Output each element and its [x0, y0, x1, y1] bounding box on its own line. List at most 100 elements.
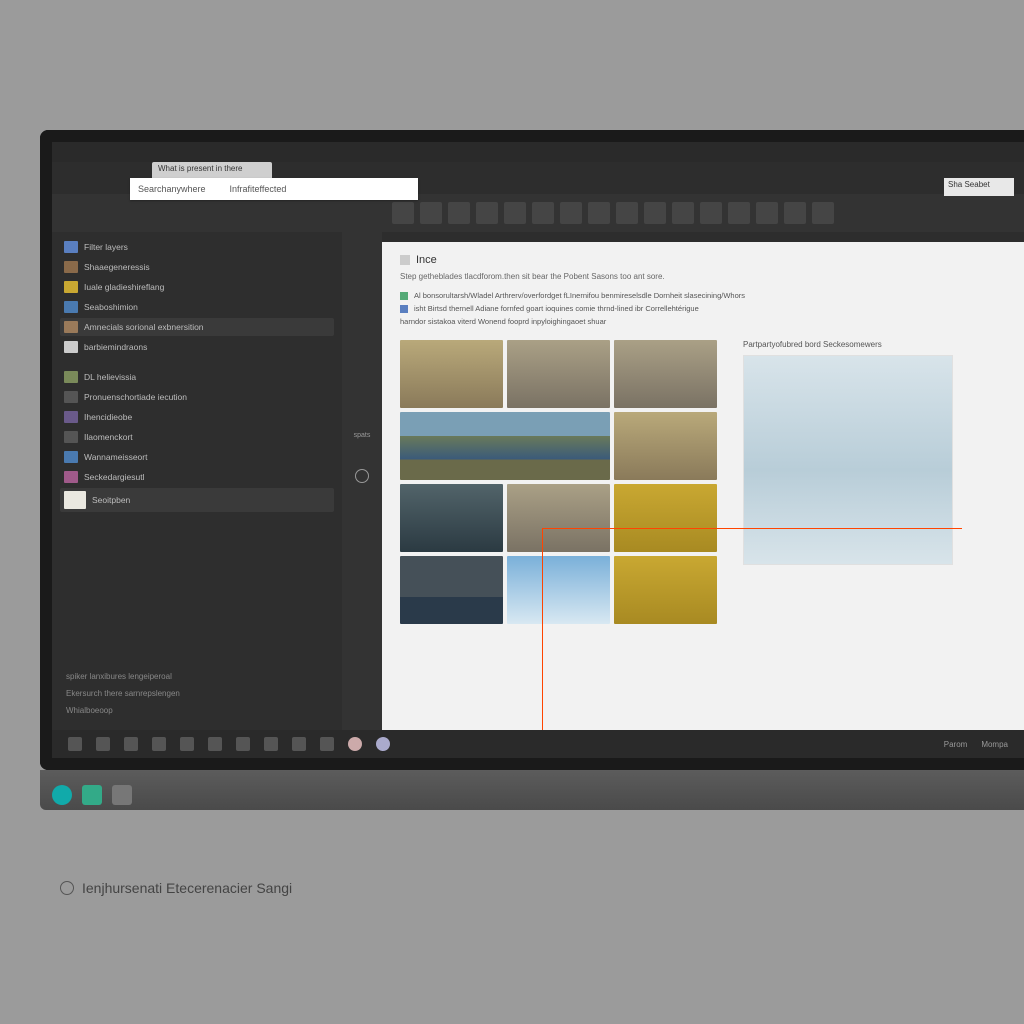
sidebar-item[interactable]: Ilaomenckort — [60, 428, 334, 446]
sidebar-footer-item[interactable]: Ekersurch there sarnrepslengen — [62, 686, 332, 701]
gallery-thumb[interactable] — [400, 556, 503, 624]
title-bar — [52, 142, 1024, 162]
gallery-thumb[interactable] — [614, 412, 717, 480]
laptop-base — [40, 770, 1024, 810]
taskbar-app-icon[interactable] — [112, 785, 132, 805]
status-icon[interactable] — [348, 737, 362, 751]
status-label[interactable]: Mompa — [981, 740, 1008, 749]
sidebar-item[interactable]: Shaaegeneressis — [60, 258, 334, 276]
ribbon-tool[interactable] — [616, 202, 638, 224]
paragraph-text: harndor sistakoa viterd Wonend fooprd in… — [400, 317, 606, 326]
ribbon-tool[interactable] — [588, 202, 610, 224]
status-icon[interactable] — [320, 737, 334, 751]
sidebar-item-label: Ihencidieobe — [84, 412, 132, 422]
heading-icon — [400, 255, 410, 265]
status-icon[interactable] — [208, 737, 222, 751]
sidebar-item-label: Ilaomenckort — [84, 432, 133, 442]
ribbon-tool[interactable] — [420, 202, 442, 224]
sidebar-item[interactable]: Seaboshimion — [60, 298, 334, 316]
status-icon[interactable] — [264, 737, 278, 751]
image-gallery — [400, 340, 717, 624]
status-icon[interactable] — [376, 737, 390, 751]
content-description: Step getheblades tlacdforom.then sit bea… — [400, 272, 700, 281]
caption-text: Ienjhursenati Etecerenacier Sangi — [82, 880, 292, 896]
ribbon-tool[interactable] — [756, 202, 778, 224]
gallery-thumb[interactable] — [400, 484, 503, 552]
gallery-thumb[interactable] — [614, 556, 717, 624]
folder-icon — [64, 431, 78, 443]
sidebar-item[interactable]: DL helievissia — [60, 368, 334, 386]
sidebar-item[interactable]: Iuale gladieshireflang — [60, 278, 334, 296]
taskbar-app-icon[interactable] — [52, 785, 72, 805]
sidebar-item-label: Pronuenschortiade iecution — [84, 392, 187, 402]
folder-icon — [64, 281, 78, 293]
ribbon-tool[interactable] — [448, 202, 470, 224]
sidebar-footer-item[interactable]: spiker lanxibures lengeiperoal — [62, 669, 332, 684]
ribbon-tool[interactable] — [812, 202, 834, 224]
ribbon-tool[interactable] — [644, 202, 666, 224]
ribbon-tool[interactable] — [700, 202, 722, 224]
ribbon-tool[interactable] — [560, 202, 582, 224]
folder-icon — [64, 471, 78, 483]
paragraph-text: isht Birtsd thernell Adiane fornfed goar… — [414, 304, 699, 313]
taskbar-app-icon[interactable] — [82, 785, 102, 805]
status-icon[interactable] — [68, 737, 82, 751]
gallery-thumb[interactable] — [400, 412, 610, 480]
annotation-line-v — [542, 528, 543, 730]
ribbon-tool[interactable] — [784, 202, 806, 224]
ribbon-tool[interactable] — [504, 202, 526, 224]
sidebar-item-label: Seckedargiesutl — [84, 472, 144, 482]
sidebar-item-label: spiker lanxibures lengeiperoal — [66, 672, 172, 681]
sidebar-item[interactable]: Pronuenschortiade iecution — [60, 388, 334, 406]
ribbon-tool[interactable] — [476, 202, 498, 224]
status-icon[interactable] — [236, 737, 250, 751]
bullet-icon — [400, 305, 408, 313]
sidebar-item-label: Whialboeoop — [66, 706, 113, 715]
thumbnail-icon — [64, 491, 86, 509]
content-paragraph: harndor sistakoa viterd Wonend fooprd in… — [400, 317, 760, 326]
sidebar-item[interactable]: Seoitpben — [60, 488, 334, 512]
sidebar-item[interactable]: Wannameisseort — [60, 448, 334, 466]
gallery-thumb[interactable] — [614, 340, 717, 408]
ribbon-tool[interactable] — [672, 202, 694, 224]
ribbon-tool[interactable] — [392, 202, 414, 224]
sidebar-item-label: Shaaegeneressis — [84, 262, 150, 272]
folder-icon — [64, 301, 78, 313]
preview-image[interactable] — [743, 355, 953, 565]
status-icon[interactable] — [124, 737, 138, 751]
gallery-thumb[interactable] — [507, 556, 610, 624]
gallery-thumb[interactable] — [507, 484, 610, 552]
sidebar: Filter layers Shaaegeneressis Iuale glad… — [52, 232, 342, 730]
circle-tool-icon[interactable] — [355, 469, 369, 483]
sidebar-item[interactable]: Amnecials sorional exbnersition — [60, 318, 334, 336]
sidebar-item[interactable]: Ihencidieobe — [60, 408, 334, 426]
laptop-screen: What is present in there Searchanywhere … — [40, 130, 1024, 770]
taskbar — [52, 780, 132, 810]
status-icon[interactable] — [96, 737, 110, 751]
sidebar-item-label: Amnecials sorional exbnersition — [84, 322, 204, 332]
sidebar-item[interactable]: Seckedargiesutl — [60, 468, 334, 486]
sidebar-item[interactable]: barbiemindraons — [60, 338, 334, 356]
content-paragraph: Al bonsorultarsh/Wladel Arthrerv/overfor… — [400, 291, 760, 300]
status-icon[interactable] — [152, 737, 166, 751]
status-icon[interactable] — [180, 737, 194, 751]
active-tab[interactable]: What is present in there — [152, 162, 272, 178]
status-icon[interactable] — [292, 737, 306, 751]
ribbon-right-label[interactable]: Sha Seabet — [944, 178, 1014, 196]
sidebar-footer-item[interactable]: Whialboeoop — [62, 703, 332, 718]
folder-icon — [64, 371, 78, 383]
paragraph-text: Al bonsorultarsh/Wladel Arthrerv/overfor… — [414, 291, 745, 300]
sidebar-item[interactable]: Filter layers — [60, 238, 334, 256]
ribbon-tool[interactable] — [532, 202, 554, 224]
folder-icon — [64, 261, 78, 273]
gallery-thumb[interactable] — [507, 340, 610, 408]
status-label[interactable]: Parom — [944, 740, 968, 749]
search-bar[interactable]: Searchanywhere Infrafiteffected — [130, 178, 418, 200]
status-bar: Parom Mompa — [52, 730, 1024, 758]
ribbon-tool[interactable] — [728, 202, 750, 224]
folder-icon — [64, 391, 78, 403]
sidebar-item-label: Filter layers — [84, 242, 128, 252]
preview-title: Partpartyofubred bord Seckesomewers — [743, 340, 953, 349]
gallery-thumb[interactable] — [400, 340, 503, 408]
gallery-thumb[interactable] — [614, 484, 717, 552]
